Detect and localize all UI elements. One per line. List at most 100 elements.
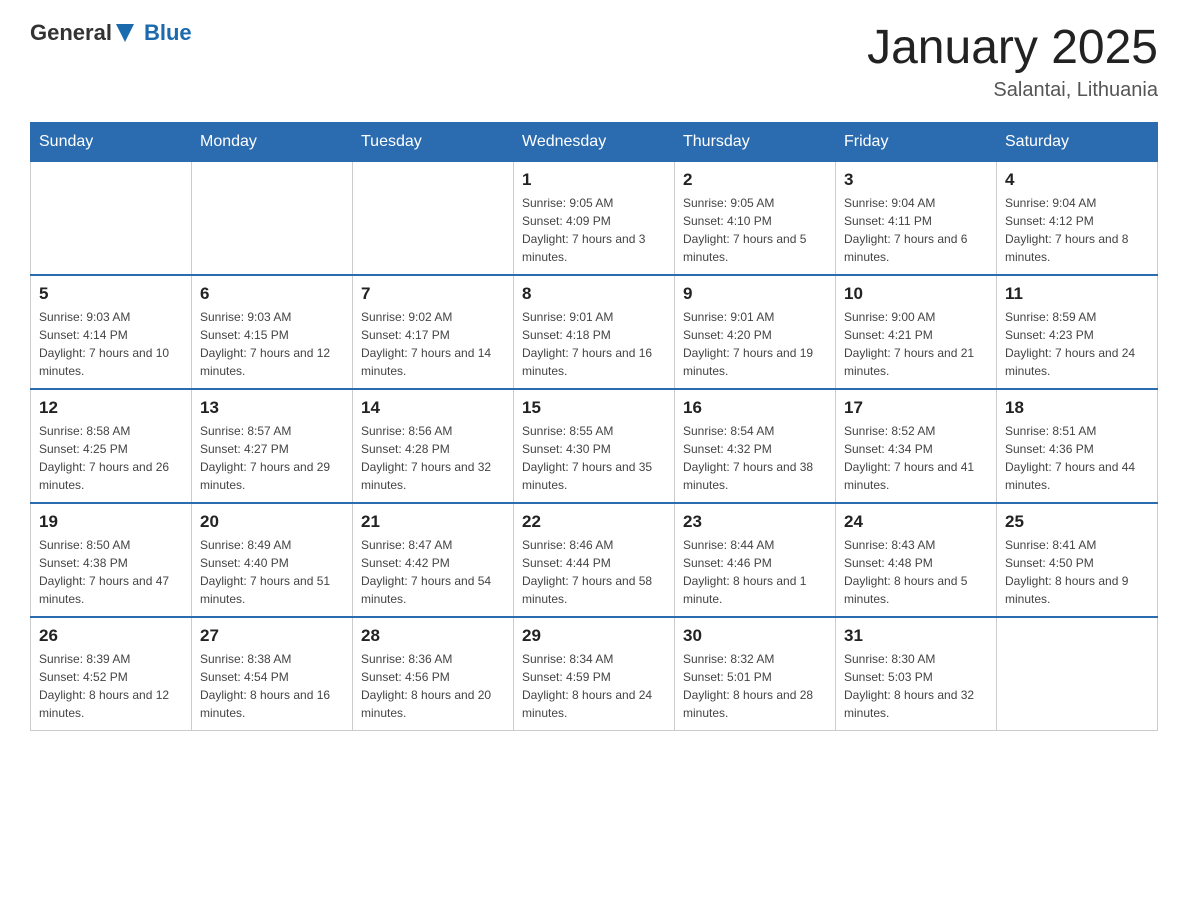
day-info: Sunrise: 9:05 AM Sunset: 4:10 PM Dayligh… (683, 194, 827, 266)
day-info: Sunrise: 8:49 AM Sunset: 4:40 PM Dayligh… (200, 536, 344, 608)
day-info: Sunrise: 9:00 AM Sunset: 4:21 PM Dayligh… (844, 308, 988, 380)
day-number: 25 (1005, 512, 1149, 532)
cell-w5-d6: 31 Sunrise: 8:30 AM Sunset: 5:03 PM Dayli… (836, 617, 997, 731)
cell-w4-d2: 20 Sunrise: 8:49 AM Sunset: 4:40 PM Dayli… (192, 503, 353, 617)
day-info: Sunrise: 8:38 AM Sunset: 4:54 PM Dayligh… (200, 650, 344, 722)
day-number: 10 (844, 284, 988, 304)
cell-w2-d1: 5 Sunrise: 9:03 AM Sunset: 4:14 PM Daylig… (31, 275, 192, 389)
day-number: 19 (39, 512, 183, 532)
day-info: Sunrise: 8:32 AM Sunset: 5:01 PM Dayligh… (683, 650, 827, 722)
cell-w5-d1: 26Sunrise: 8:39 AM Sunset: 4:52 PM Dayli… (31, 617, 192, 731)
day-number: 24 (844, 512, 988, 532)
day-info: Sunrise: 9:03 AM Sunset: 4:14 PM Dayligh… (39, 308, 183, 380)
day-number: 4 (1005, 170, 1149, 190)
week-row-4: 19 Sunrise: 8:50 AM Sunset: 4:38 PM Dayli… (31, 503, 1158, 617)
cell-w5-d7 (997, 617, 1158, 731)
cell-w5-d4: 29 Sunrise: 8:34 AM Sunset: 4:59 PM Dayli… (514, 617, 675, 731)
day-info: Sunrise: 8:44 AM Sunset: 4:46 PM Dayligh… (683, 536, 827, 608)
cell-w5-d3: 28 Sunrise: 8:36 AM Sunset: 4:56 PM Dayli… (353, 617, 514, 731)
day-info: Sunrise: 9:04 AM Sunset: 4:12 PM Dayligh… (1005, 194, 1149, 266)
day-number: 22 (522, 512, 666, 532)
day-info: Sunrise: 8:50 AM Sunset: 4:38 PM Dayligh… (39, 536, 183, 608)
day-info: Sunrise: 8:46 AM Sunset: 4:44 PM Dayligh… (522, 536, 666, 608)
title-section: January 2025 Salantai, Lithuania (867, 20, 1158, 102)
day-number: 15 (522, 398, 666, 418)
day-info: Sunrise: 8:55 AM Sunset: 4:30 PM Dayligh… (522, 422, 666, 494)
day-number: 5 (39, 284, 183, 304)
cell-w2-d7: 11Sunrise: 8:59 AM Sunset: 4:23 PM Dayli… (997, 275, 1158, 389)
day-number: 26 (39, 626, 183, 646)
day-info: Sunrise: 9:02 AM Sunset: 4:17 PM Dayligh… (361, 308, 505, 380)
calendar-title: January 2025 (867, 20, 1158, 75)
day-number: 29 (522, 626, 666, 646)
day-number: 13 (200, 398, 344, 418)
day-number: 20 (200, 512, 344, 532)
header-tuesday: Tuesday (353, 123, 514, 162)
day-info: Sunrise: 9:01 AM Sunset: 4:20 PM Dayligh… (683, 308, 827, 380)
day-info: Sunrise: 8:36 AM Sunset: 4:56 PM Dayligh… (361, 650, 505, 722)
day-number: 18 (1005, 398, 1149, 418)
day-number: 9 (683, 284, 827, 304)
day-info: Sunrise: 8:57 AM Sunset: 4:27 PM Dayligh… (200, 422, 344, 494)
cell-w1-d4: 1Sunrise: 9:05 AM Sunset: 4:09 PM Daylig… (514, 162, 675, 276)
cell-w1-d2 (192, 162, 353, 276)
day-info: Sunrise: 9:01 AM Sunset: 4:18 PM Dayligh… (522, 308, 666, 380)
logo-general: General (30, 20, 112, 46)
day-number: 21 (361, 512, 505, 532)
day-info: Sunrise: 8:59 AM Sunset: 4:23 PM Dayligh… (1005, 308, 1149, 380)
logo-triangle-icon (116, 24, 134, 42)
cell-w2-d6: 10 Sunrise: 9:00 AM Sunset: 4:21 PM Dayli… (836, 275, 997, 389)
day-info: Sunrise: 8:58 AM Sunset: 4:25 PM Dayligh… (39, 422, 183, 494)
day-info: Sunrise: 9:04 AM Sunset: 4:11 PM Dayligh… (844, 194, 988, 266)
week-row-5: 26Sunrise: 8:39 AM Sunset: 4:52 PM Dayli… (31, 617, 1158, 731)
day-number: 2 (683, 170, 827, 190)
day-info: Sunrise: 8:34 AM Sunset: 4:59 PM Dayligh… (522, 650, 666, 722)
day-info: Sunrise: 8:51 AM Sunset: 4:36 PM Dayligh… (1005, 422, 1149, 494)
cell-w1-d1 (31, 162, 192, 276)
day-number: 17 (844, 398, 988, 418)
cell-w2-d3: 7 Sunrise: 9:02 AM Sunset: 4:17 PM Daylig… (353, 275, 514, 389)
day-info: Sunrise: 9:05 AM Sunset: 4:09 PM Dayligh… (522, 194, 666, 266)
day-number: 14 (361, 398, 505, 418)
day-number: 6 (200, 284, 344, 304)
cell-w1-d7: 4 Sunrise: 9:04 AM Sunset: 4:12 PM Daylig… (997, 162, 1158, 276)
cell-w3-d3: 14Sunrise: 8:56 AM Sunset: 4:28 PM Dayli… (353, 389, 514, 503)
header-friday: Friday (836, 123, 997, 162)
logo-blue: Blue (144, 20, 192, 46)
cell-w5-d2: 27 Sunrise: 8:38 AM Sunset: 4:54 PM Dayli… (192, 617, 353, 731)
cell-w3-d5: 16Sunrise: 8:54 AM Sunset: 4:32 PM Dayli… (675, 389, 836, 503)
header-thursday: Thursday (675, 123, 836, 162)
cell-w3-d1: 12 Sunrise: 8:58 AM Sunset: 4:25 PM Dayli… (31, 389, 192, 503)
week-row-3: 12 Sunrise: 8:58 AM Sunset: 4:25 PM Dayli… (31, 389, 1158, 503)
header-sunday: Sunday (31, 123, 192, 162)
day-number: 3 (844, 170, 988, 190)
cell-w3-d7: 18 Sunrise: 8:51 AM Sunset: 4:36 PM Dayli… (997, 389, 1158, 503)
cell-w2-d5: 9 Sunrise: 9:01 AM Sunset: 4:20 PM Daylig… (675, 275, 836, 389)
cell-w3-d4: 15 Sunrise: 8:55 AM Sunset: 4:30 PM Dayli… (514, 389, 675, 503)
day-number: 7 (361, 284, 505, 304)
cell-w4-d1: 19 Sunrise: 8:50 AM Sunset: 4:38 PM Dayli… (31, 503, 192, 617)
header-monday: Monday (192, 123, 353, 162)
day-info: Sunrise: 8:43 AM Sunset: 4:48 PM Dayligh… (844, 536, 988, 608)
calendar-table: Sunday Monday Tuesday Wednesday Thursday… (30, 122, 1158, 731)
cell-w4-d4: 22 Sunrise: 8:46 AM Sunset: 4:44 PM Dayli… (514, 503, 675, 617)
day-number: 23 (683, 512, 827, 532)
cell-w1-d5: 2 Sunrise: 9:05 AM Sunset: 4:10 PM Daylig… (675, 162, 836, 276)
day-number: 30 (683, 626, 827, 646)
cell-w2-d4: 8 Sunrise: 9:01 AM Sunset: 4:18 PM Daylig… (514, 275, 675, 389)
day-info: Sunrise: 8:30 AM Sunset: 5:03 PM Dayligh… (844, 650, 988, 722)
day-number: 27 (200, 626, 344, 646)
day-info: Sunrise: 8:41 AM Sunset: 4:50 PM Dayligh… (1005, 536, 1149, 608)
cell-w5-d5: 30 Sunrise: 8:32 AM Sunset: 5:01 PM Dayli… (675, 617, 836, 731)
day-number: 12 (39, 398, 183, 418)
cell-w4-d7: 25 Sunrise: 8:41 AM Sunset: 4:50 PM Dayli… (997, 503, 1158, 617)
day-number: 8 (522, 284, 666, 304)
day-number: 28 (361, 626, 505, 646)
header-saturday: Saturday (997, 123, 1158, 162)
cell-w1-d3 (353, 162, 514, 276)
day-number: 31 (844, 626, 988, 646)
week-row-2: 5 Sunrise: 9:03 AM Sunset: 4:14 PM Daylig… (31, 275, 1158, 389)
day-info: Sunrise: 8:54 AM Sunset: 4:32 PM Dayligh… (683, 422, 827, 494)
cell-w4-d3: 21Sunrise: 8:47 AM Sunset: 4:42 PM Dayli… (353, 503, 514, 617)
header-row: Sunday Monday Tuesday Wednesday Thursday… (31, 123, 1158, 162)
